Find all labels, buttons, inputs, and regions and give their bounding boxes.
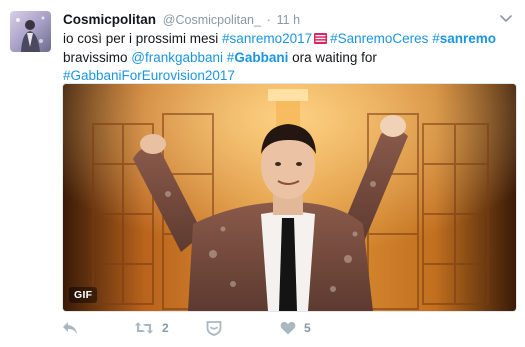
tweet-timestamp[interactable]: 11 h [277,13,300,27]
shield-icon [206,320,222,336]
heart-icon [280,321,296,335]
like-button[interactable]: 5 [280,318,311,338]
user-handle[interactable]: @Cosmicpolitan_ [163,13,261,27]
separator-dot: · [266,13,271,27]
display-name[interactable]: Cosmicpolitan [63,12,156,27]
tweet-header: Cosmicpolitan @Cosmicpolitan_ · 11 h [63,11,300,29]
flag-icon [314,31,328,44]
dm-share-button[interactable] [206,318,222,338]
hashtag-gabbaniforeurovision2017[interactable]: #GabbaniForEurovision2017 [63,68,235,83]
tweet: Cosmicpolitan @Cosmicpolitan_ · 11 h io … [0,0,525,347]
retweet-count: 2 [162,321,169,335]
reply-button[interactable] [62,318,78,338]
text-segment: io così per i prossimi mesi [63,31,223,46]
hashtag-symbol: # [432,31,440,46]
tweet-text: io così per i prossimi mesi #sanremo2017… [63,30,503,86]
tweet-text-line-2: bravissimo @frankgabbani #Gabbani ora wa… [63,49,503,68]
tweet-text-line-1: io così per i prossimi mesi #sanremo2017… [63,30,503,49]
hashtag-word: Gabbani [234,49,289,65]
text-segment: bravissimo [63,49,132,65]
gif-frame-illustration [63,84,516,311]
hashtag-gabbani[interactable]: #Gabbani [227,50,289,65]
retweet-icon [134,321,154,335]
retweet-button[interactable]: 2 [134,318,169,338]
hashtag-sanremo[interactable]: #sanremo [432,31,496,46]
hashtag-sanremo2017[interactable]: #sanremo2017 [222,31,312,46]
gif-media[interactable]: GIF [62,83,517,312]
like-count: 5 [304,321,311,335]
reply-icon [62,321,78,335]
text-segment: ora waiting for [288,49,377,65]
chevron-down-icon[interactable] [499,12,513,24]
tweet-actions: 2 5 [62,318,462,338]
mention-frankgabbani[interactable]: @frankgabbani [131,50,223,65]
hashtag-sanremoceres[interactable]: #SanremoCeres [330,31,428,46]
gif-badge: GIF [69,287,98,303]
avatar[interactable] [10,11,51,52]
hashtag-word: sanremo [439,31,496,46]
